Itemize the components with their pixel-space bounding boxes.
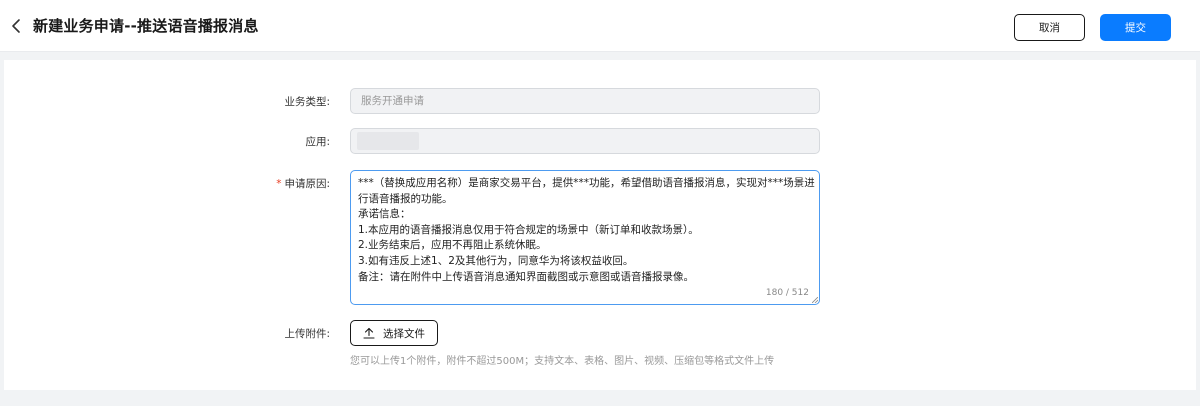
required-mark: *	[276, 178, 282, 190]
form-panel: 业务类型: 服务开通申请 应用: * 申请原因: ***（替换成应用名称）是商家交…	[4, 60, 1196, 390]
business-type-field: 服务开通申请	[350, 88, 820, 114]
reason-line: 2.业务结束后，应用不再阻止系统休眠。	[358, 239, 547, 252]
resize-handle-icon[interactable]	[812, 297, 818, 303]
reason-textarea[interactable]: ***（替换成应用名称）是商家交易平台，提供***功能，希望借助语音播报消息，实…	[350, 170, 820, 305]
chevron-left-icon[interactable]	[10, 18, 24, 34]
reason-label: 申请原因:	[284, 178, 330, 190]
upload-hint: 您可以上传1个附件，附件不超过500M；支持文本、表格、图片、视频、压缩包等格式…	[350, 356, 775, 367]
redacted-app-name	[357, 132, 419, 150]
reason-line: 行语音播报的功能。	[358, 192, 453, 205]
reason-line: 1.本应用的语音播报消息仅用于符合规定的场景中（新订单和收款场景）。	[358, 223, 699, 236]
choose-file-button[interactable]: 选择文件	[350, 320, 438, 346]
app-field	[350, 128, 820, 154]
attachment-label: 上传附件:	[284, 328, 330, 340]
reason-line: 3.如有违反上述1、2及其他行为，同意华为将该权益收回。	[358, 254, 634, 267]
cancel-button[interactable]: 取消	[1014, 14, 1085, 41]
page-header: 新建业务申请--推送语音播报消息 取消 提交	[0, 0, 1200, 52]
app-label: 应用:	[305, 136, 330, 148]
reason-label-wrap: * 申请原因:	[210, 176, 330, 191]
upload-icon	[363, 327, 375, 339]
submit-button[interactable]: 提交	[1100, 14, 1171, 41]
business-type-label: 业务类型:	[284, 96, 330, 108]
char-counter: 180 / 512	[765, 288, 809, 299]
page-title: 新建业务申请--推送语音播报消息	[33, 17, 259, 35]
reason-line: ***（替换成应用名称）是商家交易平台，提供***功能，希望借助语音播报消息，实…	[358, 177, 815, 189]
choose-file-label: 选择文件	[383, 327, 425, 340]
reason-line: 承诺信息：	[358, 208, 411, 221]
reason-line: 备注：请在附件中上传语音消息通知界面截图或示意图或语音播报录像。	[358, 270, 694, 283]
